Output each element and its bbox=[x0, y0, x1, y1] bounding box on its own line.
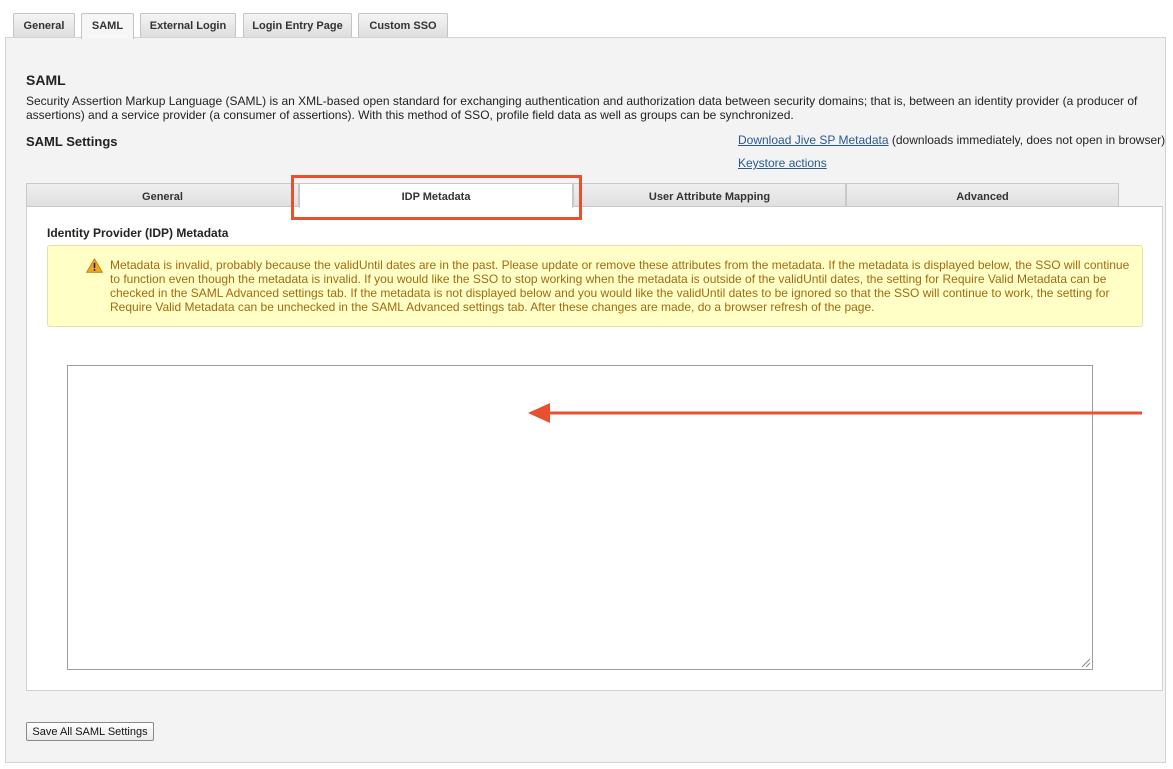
download-sp-metadata-link[interactable]: Download Jive SP Metadata bbox=[738, 133, 889, 147]
tab-login-entry-page[interactable]: Login Entry Page bbox=[243, 13, 352, 37]
download-row: Download Jive SP Metadata (downloads imm… bbox=[738, 133, 1165, 147]
subtab-general[interactable]: General bbox=[26, 183, 299, 206]
red-arrow-annotation bbox=[528, 403, 1142, 423]
saml-settings-heading: SAML Settings bbox=[26, 134, 118, 149]
resize-grip-icon[interactable] bbox=[1081, 658, 1091, 668]
subtab-user-attribute-mapping[interactable]: User Attribute Mapping bbox=[573, 183, 846, 206]
page-title: SAML bbox=[26, 72, 66, 88]
saml-description: Security Assertion Markup Language (SAML… bbox=[26, 94, 1138, 122]
warning-triangle-icon bbox=[86, 258, 103, 273]
download-note: (downloads immediately, does not open in… bbox=[888, 133, 1166, 147]
warning-text: Metadata is invalid, probably because th… bbox=[110, 258, 1130, 314]
tab-external-login[interactable]: External Login bbox=[140, 13, 236, 37]
tab-custom-sso[interactable]: Custom SSO bbox=[358, 13, 448, 37]
tab-general[interactable]: General bbox=[13, 13, 75, 37]
idp-metadata-heading: Identity Provider (IDP) Metadata bbox=[47, 226, 229, 240]
keystore-row: Keystore actions bbox=[738, 156, 827, 170]
annotation-highlight-box bbox=[291, 175, 582, 220]
tab-saml[interactable]: SAML bbox=[81, 13, 134, 39]
subtab-advanced[interactable]: Advanced bbox=[846, 183, 1119, 206]
warning-message: Metadata is invalid, probably because th… bbox=[47, 245, 1143, 327]
keystore-actions-link[interactable]: Keystore actions bbox=[738, 156, 827, 170]
save-all-saml-settings-button[interactable]: Save All SAML Settings bbox=[26, 722, 154, 741]
